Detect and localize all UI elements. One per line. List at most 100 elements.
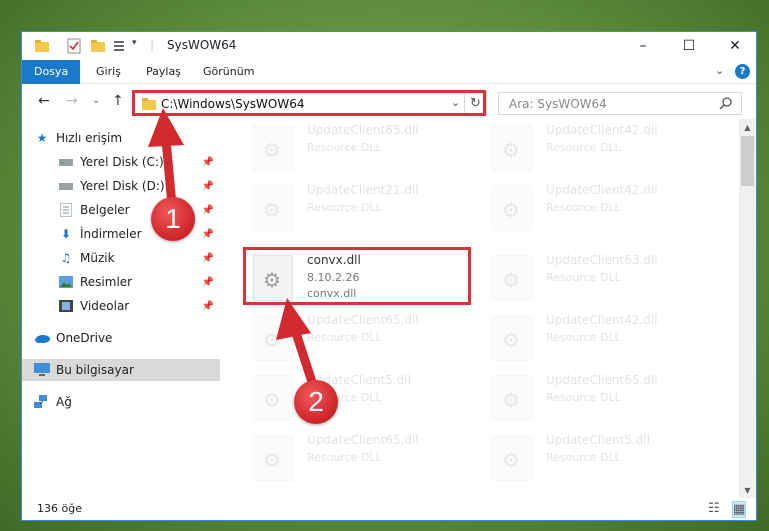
file-tile[interactable]: ⚙ UpdateClient65.dll Resource DLL xyxy=(484,369,714,425)
file-name: UpdateClient21.dll xyxy=(307,183,419,197)
title-bar: ▾ | SysWOW64 – ☐ ✕ xyxy=(22,32,756,60)
scroll-up-icon[interactable]: ▲ xyxy=(739,119,756,136)
tab-home[interactable]: Giriş xyxy=(96,60,121,84)
file-type: Resource DLL xyxy=(546,271,621,284)
sidebar-item-quick-access[interactable]: ★ Hızlı erişim xyxy=(22,127,220,149)
music-icon: ♫ xyxy=(60,251,72,265)
file-type: Resource DLL xyxy=(307,141,382,154)
maximize-button[interactable]: ☐ xyxy=(666,32,712,60)
scroll-thumb[interactable] xyxy=(741,136,754,186)
recent-locations-button[interactable]: ⌄ xyxy=(92,95,100,106)
sidebar-item-this-pc[interactable]: Bu bilgisayar xyxy=(22,359,220,381)
quick-access-dropdown-icon[interactable]: ▾ xyxy=(132,38,137,48)
sidebar-item-label: Yerel Disk (D:) xyxy=(80,179,165,193)
documents-icon xyxy=(58,202,74,218)
vertical-scrollbar[interactable]: ▲ ▼ xyxy=(739,119,756,499)
dll-file-icon: ⚙ xyxy=(492,125,532,171)
sidebar-item-local-disk-c[interactable]: Yerel Disk (C:) 📌 xyxy=(22,151,220,173)
sidebar-item-onedrive[interactable]: OneDrive xyxy=(22,327,220,349)
file-tile[interactable]: ⚙ UpdateClient65.dll Resource DLL xyxy=(245,309,475,365)
details-view-icon[interactable]: ☷ xyxy=(708,501,720,516)
tab-file[interactable]: Dosya xyxy=(22,60,81,84)
search-icon[interactable] xyxy=(719,96,733,110)
sidebar-item-label: Bu bilgisayar xyxy=(56,363,134,377)
window-title: SysWOW64 xyxy=(167,38,237,52)
file-type: Resource DLL xyxy=(307,451,382,464)
star-icon: ★ xyxy=(36,131,48,145)
ribbon: Dosya Giriş Paylaş Görünüm ⌄ ? xyxy=(22,60,756,84)
scroll-down-icon[interactable]: ▼ xyxy=(739,482,756,499)
dll-file-icon: ⚙ xyxy=(253,125,293,171)
file-name: UpdateClient5.dll xyxy=(546,433,650,447)
dll-file-icon: ⚙ xyxy=(253,315,293,361)
drive-icon xyxy=(58,178,74,194)
pin-icon[interactable]: 📌 xyxy=(202,277,214,288)
dll-file-icon: ⚙ xyxy=(492,185,532,231)
search-box[interactable]: Ara: SysWOW64 xyxy=(498,92,742,115)
properties-icon[interactable] xyxy=(66,38,82,54)
file-tile[interactable]: ⚙ UpdateClient42.dll Resource DLL xyxy=(484,179,714,235)
file-name: UpdateClient42.dll xyxy=(546,183,658,197)
dll-file-icon: ⚙ xyxy=(253,435,293,481)
minimize-button[interactable]: – xyxy=(620,32,666,60)
pin-icon[interactable]: 📌 xyxy=(202,157,214,168)
back-button[interactable]: ← xyxy=(38,93,50,109)
pin-icon[interactable]: 📌 xyxy=(202,205,214,216)
tab-share[interactable]: Paylaş xyxy=(146,60,181,84)
file-tile[interactable]: ⚙ UpdateClient42.dll Resource DLL xyxy=(484,119,714,175)
file-tile[interactable]: ⚙ UpdateClient65.dll Resource DLL xyxy=(245,429,475,485)
pin-icon[interactable]: 📌 xyxy=(202,301,214,312)
up-button[interactable]: ↑ xyxy=(112,93,124,109)
tab-view[interactable]: Görünüm xyxy=(203,60,254,84)
dll-file-icon: ⚙ xyxy=(253,375,293,421)
pin-icon[interactable]: 📌 xyxy=(202,229,214,240)
file-tile[interactable]: ⚙ UpdateClient42.dll Resource DLL xyxy=(484,309,714,365)
sidebar-item-videos[interactable]: Videolar 📌 xyxy=(22,295,220,317)
file-name: UpdateClient42.dll xyxy=(546,123,658,137)
pin-icon[interactable]: 📌 xyxy=(202,181,214,192)
file-tile[interactable]: ⚙ UpdateClient21.dll Resource DLL xyxy=(245,179,475,235)
file-tile[interactable]: ⚙ UpdateClient5.dll Resource DLL xyxy=(245,369,475,425)
videos-icon xyxy=(58,298,74,314)
sidebar-item-network[interactable]: Ağ xyxy=(22,391,220,413)
file-tile[interactable]: ⚙ UpdateClient65.dll Resource DLL xyxy=(245,119,475,175)
file-tile[interactable]: ⚙ UpdateClient5.dll Resource DLL xyxy=(484,429,714,485)
sidebar-item-pictures[interactable]: Resimler 📌 xyxy=(22,271,220,293)
address-highlight-box xyxy=(132,90,486,116)
sidebar-item-label: Müzik xyxy=(80,251,115,265)
navigation-bar: ← → ⌄ ↑ C:\Windows\SysWOW64 ⌄ ↻ Ara: Sys… xyxy=(22,84,756,119)
close-button[interactable]: ✕ xyxy=(712,32,756,60)
sidebar-item-label: Hızlı erişim xyxy=(56,131,123,145)
sidebar-item-label: Resimler xyxy=(80,275,133,289)
title-separator: | xyxy=(150,38,155,52)
step-badge-1: 1 xyxy=(151,197,195,241)
help-icon[interactable]: ? xyxy=(735,64,750,79)
file-name: UpdateClient42.dll xyxy=(546,313,658,327)
sidebar-item-label: OneDrive xyxy=(56,331,113,345)
folder-icon[interactable] xyxy=(34,38,50,54)
file-type: Resource DLL xyxy=(546,331,621,344)
file-name: UpdateClient65.dll xyxy=(546,373,658,387)
sidebar-item-music[interactable]: ♫ Müzik 📌 xyxy=(22,247,220,269)
pin-icon[interactable]: 📌 xyxy=(202,253,214,264)
file-tile[interactable]: ⚙ UpdateClient63.dll Resource DLL xyxy=(484,249,714,305)
dll-file-icon: ⚙ xyxy=(492,375,532,421)
item-count: 136 öğe xyxy=(37,502,82,515)
file-name: UpdateClient65.dll xyxy=(307,313,419,327)
sidebar-item-label: Yerel Disk (C:) xyxy=(80,155,164,169)
dll-file-icon: ⚙ xyxy=(492,255,532,301)
file-name: UpdateClient63.dll xyxy=(546,253,658,267)
sidebar-item-local-disk-d[interactable]: Yerel Disk (D:) 📌 xyxy=(22,175,220,197)
new-folder-icon[interactable] xyxy=(90,38,106,54)
drive-icon xyxy=(58,154,74,170)
file-type: Resource DLL xyxy=(546,201,621,214)
tiles-view-icon[interactable]: ▦ xyxy=(732,501,747,518)
forward-button[interactable]: → xyxy=(66,93,78,109)
customize-toolbar-icon[interactable] xyxy=(112,38,128,54)
status-bar: 136 öğe ☷ ▦ xyxy=(22,498,756,520)
ribbon-collapse-icon[interactable]: ⌄ xyxy=(715,64,724,77)
file-type: Resource DLL xyxy=(546,391,621,404)
file-type: Resource DLL xyxy=(307,201,382,214)
download-icon: ⬇ xyxy=(60,227,72,241)
cloud-icon xyxy=(34,330,50,346)
